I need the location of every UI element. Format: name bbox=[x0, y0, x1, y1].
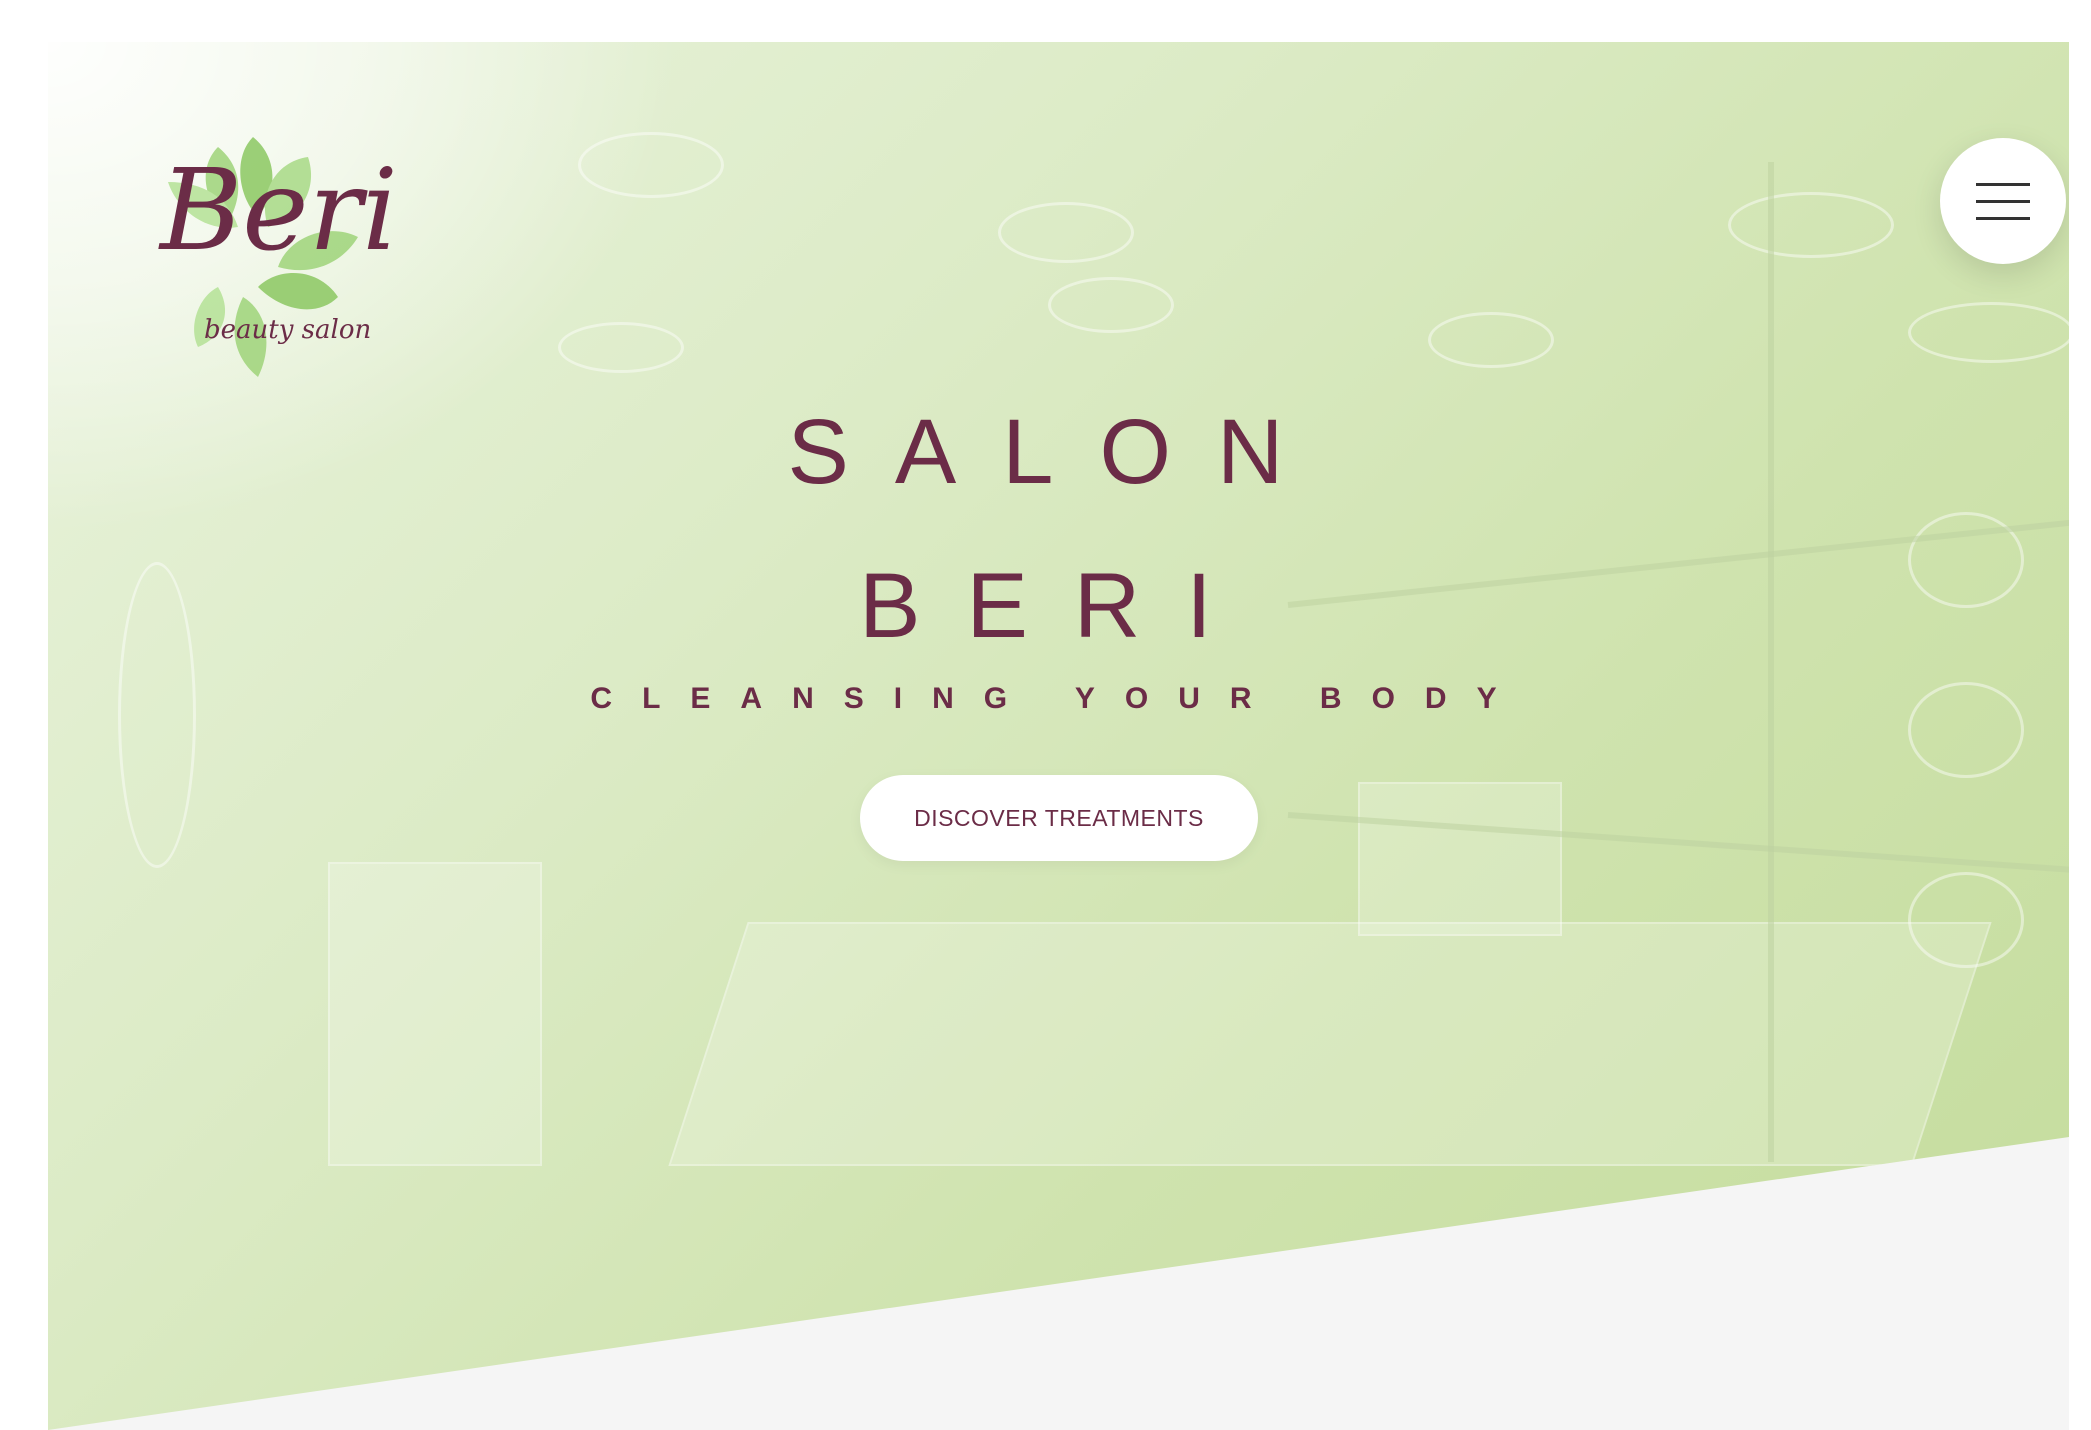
hero-title-line-1: SALON bbox=[787, 401, 1330, 503]
hamburger-menu-icon-line bbox=[1976, 199, 2030, 203]
hamburger-menu-icon-line bbox=[1976, 216, 2030, 220]
hero-subtitle: CLEANSING YOUR BODY bbox=[590, 682, 1527, 715]
logo-tagline: beauty salon bbox=[204, 315, 372, 345]
discover-treatments-button[interactable]: DISCOVER TREATMENTS bbox=[860, 775, 1258, 861]
page: Beri beauty salon SALON BERI CLEANSING Y… bbox=[0, 0, 2091, 1430]
brand-logo[interactable]: Beri beauty salon bbox=[158, 127, 398, 387]
menu-button[interactable] bbox=[1940, 138, 2066, 264]
hamburger-menu-icon bbox=[1976, 182, 2030, 186]
hero-title-line-2: BERI bbox=[859, 555, 1258, 657]
logo-script-text: Beri bbox=[160, 146, 398, 276]
